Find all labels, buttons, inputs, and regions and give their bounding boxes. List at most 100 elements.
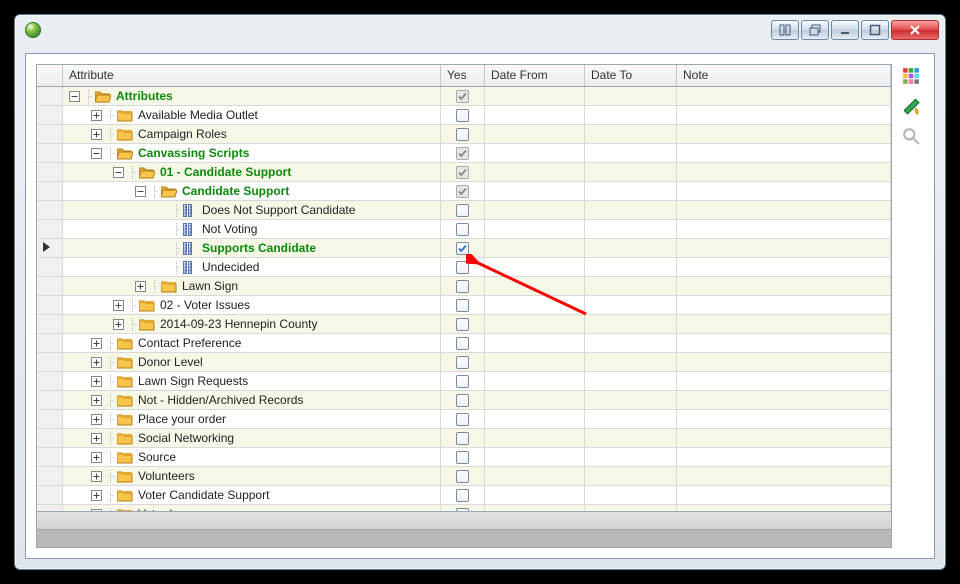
yes-cell[interactable] [441, 201, 485, 219]
table-row[interactable]: 02 - Voter Issues [37, 296, 891, 315]
expand-icon[interactable] [135, 281, 146, 292]
note-cell[interactable] [677, 106, 891, 124]
restore-down-button[interactable] [801, 20, 829, 40]
note-cell[interactable] [677, 429, 891, 447]
col-date-from[interactable]: Date From [485, 65, 585, 86]
yes-cell[interactable] [441, 353, 485, 371]
expand-icon[interactable] [91, 433, 102, 444]
yes-cell[interactable] [441, 125, 485, 143]
attribute-cell[interactable]: Source [63, 448, 441, 466]
attribute-cell[interactable]: Candidate Support [63, 182, 441, 200]
note-cell[interactable] [677, 163, 891, 181]
attribute-cell[interactable]: Available Media Outlet [63, 106, 441, 124]
note-cell[interactable] [677, 296, 891, 314]
date-from-cell[interactable] [485, 106, 585, 124]
checkbox[interactable] [456, 489, 469, 502]
checkbox[interactable] [456, 432, 469, 445]
date-from-cell[interactable] [485, 334, 585, 352]
row-selector-cell[interactable] [37, 125, 63, 143]
collapse-icon[interactable] [69, 91, 80, 102]
row-selector-cell[interactable] [37, 163, 63, 181]
date-to-cell[interactable] [585, 486, 677, 504]
expand-icon[interactable] [91, 357, 102, 368]
date-to-cell[interactable] [585, 163, 677, 181]
minimize-button[interactable] [831, 20, 859, 40]
row-selector-cell[interactable] [37, 467, 63, 485]
date-from-cell[interactable] [485, 220, 585, 238]
date-to-cell[interactable] [585, 296, 677, 314]
table-row[interactable]: Contact Preference [37, 334, 891, 353]
date-from-cell[interactable] [485, 391, 585, 409]
attribute-cell[interactable]: Campaign Roles [63, 125, 441, 143]
table-row[interactable]: Canvassing Scripts [37, 144, 891, 163]
yes-cell[interactable] [441, 163, 485, 181]
attribute-cell[interactable]: Lawn Sign Requests [63, 372, 441, 390]
table-row[interactable]: Lawn Sign Requests [37, 372, 891, 391]
note-cell[interactable] [677, 486, 891, 504]
yes-cell[interactable] [441, 258, 485, 276]
attribute-cell[interactable]: Not - Hidden/Archived Records [63, 391, 441, 409]
date-to-cell[interactable] [585, 182, 677, 200]
row-selector-cell[interactable] [37, 258, 63, 276]
note-cell[interactable] [677, 391, 891, 409]
note-cell[interactable] [677, 220, 891, 238]
checkbox[interactable] [456, 470, 469, 483]
attribute-cell[interactable]: 2014-09-23 Hennepin County [63, 315, 441, 333]
row-selector-cell[interactable] [37, 353, 63, 371]
table-row[interactable]: Source [37, 448, 891, 467]
checkbox[interactable] [456, 318, 469, 331]
col-note[interactable]: Note [677, 65, 891, 86]
col-yes[interactable]: Yes [441, 65, 485, 86]
checkbox[interactable] [456, 185, 469, 198]
table-row[interactable]: Campaign Roles [37, 125, 891, 144]
row-selector-cell[interactable] [37, 372, 63, 390]
note-cell[interactable] [677, 182, 891, 200]
checkbox[interactable] [456, 204, 469, 217]
checkbox[interactable] [456, 375, 469, 388]
date-to-cell[interactable] [585, 429, 677, 447]
row-selector-cell[interactable] [37, 144, 63, 162]
date-to-cell[interactable] [585, 125, 677, 143]
close-button[interactable] [891, 20, 939, 40]
table-row[interactable]: 01 - Candidate Support [37, 163, 891, 182]
note-cell[interactable] [677, 258, 891, 276]
date-to-cell[interactable] [585, 258, 677, 276]
maximize-button[interactable] [861, 20, 889, 40]
expand-icon[interactable] [91, 376, 102, 387]
expand-icon[interactable] [113, 319, 124, 330]
expand-icon[interactable] [113, 300, 124, 311]
yes-cell[interactable] [441, 486, 485, 504]
date-from-cell[interactable] [485, 201, 585, 219]
col-date-to[interactable]: Date To [585, 65, 677, 86]
attribute-cell[interactable]: Not Voting [63, 220, 441, 238]
row-selector-cell[interactable] [37, 201, 63, 219]
note-cell[interactable] [677, 315, 891, 333]
checkbox[interactable] [456, 166, 469, 179]
table-row[interactable]: Voter Candidate Support [37, 486, 891, 505]
date-to-cell[interactable] [585, 239, 677, 257]
date-from-cell[interactable] [485, 125, 585, 143]
expand-icon[interactable] [91, 452, 102, 463]
date-to-cell[interactable] [585, 372, 677, 390]
titlebar[interactable] [15, 15, 945, 45]
row-selector-cell[interactable] [37, 315, 63, 333]
table-row[interactable]: Social Networking [37, 429, 891, 448]
checkbox[interactable] [456, 356, 469, 369]
row-selector-cell[interactable] [37, 486, 63, 504]
row-selector-cell[interactable] [37, 410, 63, 428]
yes-cell[interactable] [441, 315, 485, 333]
row-selector-cell[interactable] [37, 106, 63, 124]
yes-cell[interactable] [441, 106, 485, 124]
note-cell[interactable] [677, 372, 891, 390]
row-selector-cell[interactable] [37, 391, 63, 409]
attribute-cell[interactable]: Canvassing Scripts [63, 144, 441, 162]
note-cell[interactable] [677, 448, 891, 466]
checkbox[interactable] [456, 223, 469, 236]
row-selector-cell[interactable] [37, 448, 63, 466]
grid-scrollbar[interactable] [37, 511, 891, 529]
row-selector-cell[interactable] [37, 334, 63, 352]
yes-cell[interactable] [441, 277, 485, 295]
color-grid-icon[interactable] [901, 66, 921, 86]
collapse-icon[interactable] [91, 148, 102, 159]
yes-cell[interactable] [441, 239, 485, 257]
